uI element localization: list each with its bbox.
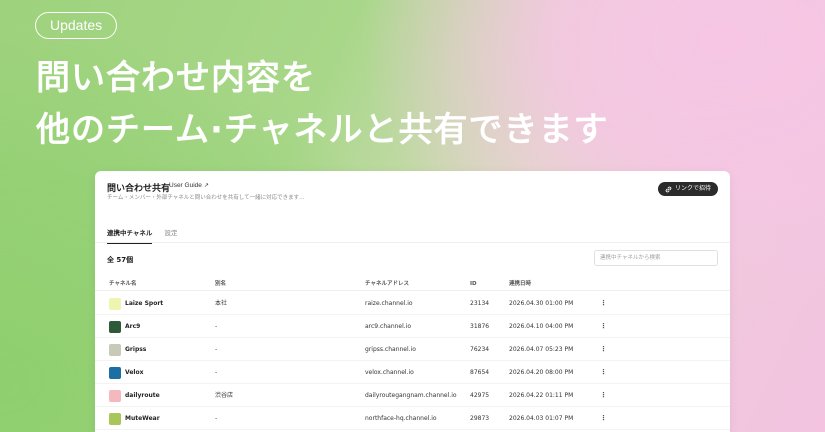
channel-name: Arc9 [125, 323, 141, 330]
more-options-icon[interactable]: ⋮ [600, 338, 607, 361]
channel-name: Gripss [125, 346, 147, 353]
tab-bar: 連携中チャネル 設定 [107, 227, 177, 244]
user-guide-link[interactable]: User Guide ↗ [169, 182, 209, 189]
more-options-icon[interactable]: ⋮ [600, 315, 607, 338]
channel-id: 87654 [470, 369, 490, 376]
user-guide-label: User Guide [169, 182, 202, 189]
channel-date: 2026.04.03 01:07 PM [509, 415, 574, 422]
table-row[interactable]: Laize Sport 本社 raize.channel.io 23134 20… [95, 292, 730, 315]
channel-address: dailyroutegangnam.channel.io [365, 392, 457, 399]
invite-link-button[interactable]: リンクで招待 [657, 182, 718, 196]
channel-search-input[interactable] [594, 250, 718, 266]
channel-avatar [109, 389, 121, 402]
channel-alias: 本社 [215, 300, 228, 307]
column-header-date[interactable]: 連携日時 [509, 277, 531, 291]
channel-address: raize.channel.io [365, 300, 413, 307]
column-header-address[interactable]: チャネルアドレス [365, 277, 409, 291]
channel-id: 29873 [470, 415, 490, 422]
column-header-name[interactable]: チャネル名 [109, 277, 136, 291]
channel-id: 23134 [470, 300, 490, 307]
channel-name: Laize Sport [125, 300, 164, 307]
invite-link-label: リンクで招待 [674, 185, 711, 192]
channel-alias: - [215, 346, 218, 353]
channel-address: velox.channel.io [365, 369, 414, 376]
channel-avatar [109, 297, 121, 310]
link-icon [665, 186, 672, 192]
channel-alias: 渋谷店 [215, 392, 234, 399]
channel-avatar [109, 366, 121, 379]
headline-line-1: 問い合わせ内容を [36, 58, 316, 98]
channel-name: Velox [125, 369, 144, 376]
updates-badge: Updates [35, 12, 118, 39]
channel-address: northface-hq.channel.io [365, 415, 437, 422]
channel-avatar [109, 412, 121, 425]
more-options-icon[interactable]: ⋮ [600, 292, 607, 315]
table-header: チャネル名 別名 チャネルアドレス ID 連携日時 [95, 277, 730, 291]
channel-date: 2026.04.22 01:11 PM [509, 392, 574, 399]
column-header-alias[interactable]: 別名 [215, 277, 226, 291]
channel-id: 42975 [470, 392, 490, 399]
channel-address: gripss.channel.io [365, 346, 416, 353]
more-options-icon[interactable]: ⋮ [600, 384, 607, 407]
channel-date: 2026.04.07 05:23 PM [509, 346, 574, 353]
channel-id: 76234 [470, 346, 490, 353]
channel-name: dailyroute [125, 392, 160, 399]
channel-avatar [109, 343, 121, 356]
channel-date: 2026.04.10 04:00 PM [509, 323, 574, 330]
more-options-icon[interactable]: ⋮ [600, 407, 607, 430]
channel-address: arc9.channel.io [365, 323, 412, 330]
tab-divider [95, 242, 730, 243]
tab-settings[interactable]: 設定 [164, 227, 177, 244]
panel-description: チーム・メンバー・外部チャネルと問い合わせを共有して一緒に対応できます... [107, 195, 305, 201]
channel-alias: - [215, 415, 218, 422]
table-row[interactable]: Arc9 - arc9.channel.io 31876 2026.04.10 … [95, 315, 730, 338]
table-row[interactable]: Gripss - gripss.channel.io 76234 2026.04… [95, 338, 730, 361]
channel-alias: - [215, 369, 218, 376]
table-row[interactable]: dailyroute 渋谷店 dailyroutegangnam.channel… [95, 384, 730, 407]
channel-count: 全 57個 [107, 256, 134, 264]
table-row[interactable]: Velox - velox.channel.io 87654 2026.04.2… [95, 361, 730, 384]
channel-alias: - [215, 323, 218, 330]
table-row[interactable]: MuteWear - northface-hq.channel.io 29873… [95, 407, 730, 430]
more-options-icon[interactable]: ⋮ [600, 361, 607, 384]
tab-connected-channels[interactable]: 連携中チャネル [107, 227, 153, 244]
channel-date: 2026.04.20 08:00 PM [509, 369, 574, 376]
external-link-icon: ↗ [203, 183, 209, 189]
channel-avatar [109, 320, 121, 333]
column-header-id[interactable]: ID [470, 277, 477, 291]
share-panel: 問い合わせ共有 User Guide ↗ チーム・メンバー・外部チャネルと問い合わ… [95, 171, 730, 432]
channel-name: MuteWear [125, 415, 160, 422]
channel-date: 2026.04.30 01:00 PM [509, 300, 574, 307]
channel-id: 31876 [470, 323, 490, 330]
headline-line-2: 他のチーム·チャネルと共有できます [36, 110, 609, 150]
